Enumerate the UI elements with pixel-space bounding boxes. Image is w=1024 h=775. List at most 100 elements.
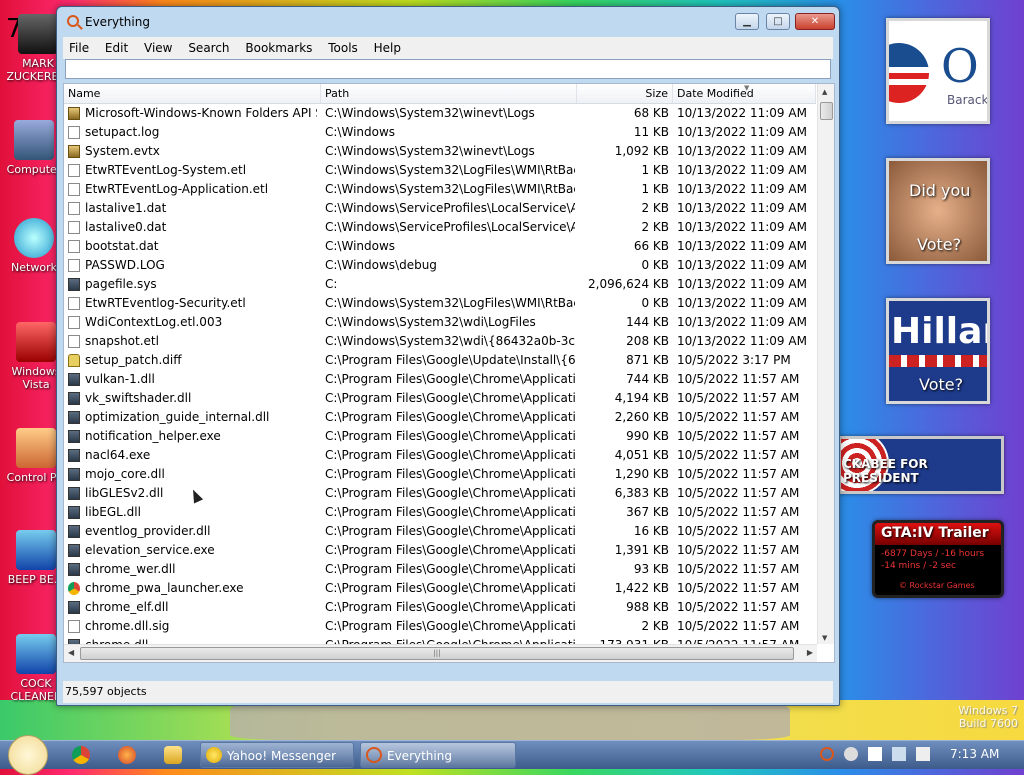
file-name: pagefile.sys (85, 277, 157, 291)
file-size: 144 KB (626, 315, 669, 329)
file-date-modified: 10/13/2022 11:09 AM (677, 258, 807, 272)
maximize-button[interactable]: □ (766, 13, 790, 30)
results-list[interactable]: Name Path Size Date Modified ▼ Microsoft… (63, 83, 835, 663)
column-header-size[interactable]: Size (577, 84, 673, 103)
firefox-icon[interactable] (118, 746, 136, 764)
table-row[interactable]: Microsoft-Windows-Known Folders API S...… (64, 104, 816, 123)
file-type-icon (68, 582, 80, 595)
control-panel-icon (16, 428, 56, 468)
close-button[interactable]: ✕ (795, 13, 835, 30)
table-row[interactable]: setupact.log C:\Windows 11 KB 10/13/2022 11… (64, 123, 816, 142)
table-row[interactable]: EtwRTEventlog-Security.etl C:\Windows\Sys… (64, 294, 816, 313)
horizontal-scrollbar[interactable]: ◀ ||| ▶ (64, 644, 817, 662)
file-name: elevation_service.exe (85, 543, 215, 557)
menu-bookmarks[interactable]: Bookmarks (239, 37, 318, 55)
file-size: 0 KB (641, 296, 669, 310)
poster-letter: O (941, 39, 979, 93)
table-row[interactable]: WdiContextLog.etl.003 C:\Windows\System32… (64, 313, 816, 332)
menu-edit[interactable]: Edit (99, 37, 134, 55)
volume-icon[interactable] (916, 747, 930, 761)
chrome-icon[interactable] (72, 746, 90, 764)
obama-poster: O Barack (886, 18, 990, 124)
file-date-modified: 10/5/2022 11:57 AM (677, 448, 800, 462)
table-row[interactable]: PASSWD.LOG C:\Windows\debug 0 KB 10/13/2022… (64, 256, 816, 275)
vertical-scroll-thumb[interactable] (820, 102, 833, 120)
column-header-name[interactable]: Name (64, 84, 321, 103)
folder-icon[interactable] (164, 746, 182, 764)
everything-window[interactable]: Everything ▁ □ ✕ File Edit View Search B… (56, 6, 840, 706)
file-date-modified: 10/13/2022 11:09 AM (677, 220, 807, 234)
scroll-left-icon[interactable]: ◀ (68, 648, 74, 657)
table-row[interactable]: setup_patch.diff C:\Program Files\Google\… (64, 351, 816, 370)
flag-icon[interactable] (868, 747, 882, 761)
file-type-icon (68, 449, 80, 462)
table-row[interactable]: EtwRTEventLog-Application.etl C:\Windows\… (64, 180, 816, 199)
table-row[interactable]: notification_helper.exe C:\Program Files\… (64, 427, 816, 446)
table-row[interactable]: lastalive0.dat C:\Windows\ServiceProfiles… (64, 218, 816, 237)
table-row[interactable]: libGLESv2.dll C:\Program Files\Google\Chr… (64, 484, 816, 503)
person-icon (18, 14, 58, 54)
menu-tools[interactable]: Tools (322, 37, 364, 55)
start-button[interactable] (8, 735, 48, 775)
file-type-icon (68, 392, 80, 405)
file-date-modified: 10/5/2022 11:57 AM (677, 581, 800, 595)
vertical-scrollbar[interactable]: ▲ ▼ (817, 84, 834, 644)
menu-view[interactable]: View (138, 37, 178, 55)
menu-help[interactable]: Help (368, 37, 407, 55)
table-row[interactable]: eventlog_provider.dll C:\Program Files\Go… (64, 522, 816, 541)
table-row[interactable]: EtwRTEventLog-System.etl C:\Windows\Syste… (64, 161, 816, 180)
minimize-button[interactable]: ▁ (735, 13, 759, 30)
table-row[interactable]: chrome_elf.dll C:\Program Files\Google\Ch… (64, 598, 816, 617)
file-type-icon (68, 316, 80, 329)
taskbar-button-yahoo-messenger[interactable]: Yahoo! Messenger (200, 742, 354, 768)
scroll-right-icon[interactable]: ▶ (807, 648, 813, 657)
table-row[interactable]: libEGL.dll C:\Program Files\Google\Chrome… (64, 503, 816, 522)
file-name: EtwRTEventlog-Security.etl (85, 296, 246, 310)
horizontal-scroll-thumb[interactable]: ||| (80, 647, 794, 660)
search-input[interactable] (65, 59, 831, 79)
scroll-up-icon[interactable]: ▲ (822, 88, 827, 96)
file-path: C:\Windows\System32\wdi\{86432a0b-3c7d-.… (325, 334, 575, 348)
table-row[interactable]: chrome_pwa_launcher.exe C:\Program Files\… (64, 579, 816, 598)
tray-smiley-icon[interactable] (844, 747, 858, 761)
column-header-row: Name Path Size Date Modified ▼ (64, 84, 816, 104)
recycle-bin-icon (16, 322, 56, 362)
file-size: 367 KB (626, 505, 669, 519)
file-date-modified: 10/13/2022 11:09 AM (677, 334, 807, 348)
table-row[interactable]: mojo_core.dll C:\Program Files\Google\Chr… (64, 465, 816, 484)
window-titlebar[interactable]: Everything ▁ □ ✕ (57, 7, 839, 37)
taskbar-button-everything[interactable]: Everything (360, 742, 516, 768)
table-row[interactable]: elevation_service.exe C:\Program Files\Go… (64, 541, 816, 560)
file-path: C:\Program Files\Google\Chrome\Applicati… (325, 486, 575, 500)
table-row[interactable]: lastalive1.dat C:\Windows\ServiceProfiles… (64, 199, 816, 218)
file-path: C:\Program Files\Google\Chrome\Applicati… (325, 467, 575, 481)
table-row[interactable]: vk_swiftshader.dll C:\Program Files\Googl… (64, 389, 816, 408)
menu-search[interactable]: Search (182, 37, 235, 55)
table-row[interactable]: System.evtx C:\Windows\System32\winevt\Lo… (64, 142, 816, 161)
table-row[interactable]: bootstat.dat C:\Windows 66 KB 10/13/2022 11… (64, 237, 816, 256)
file-type-icon (68, 525, 80, 538)
table-row[interactable]: pagefile.sys C: 2,096,624 KB 10/13/2022 11:… (64, 275, 816, 294)
smiley-icon (206, 747, 222, 763)
file-path: C:\Program Files\Google\Chrome\Applicati… (325, 600, 575, 614)
table-row[interactable]: chrome_wer.dll C:\Program Files\Google\Ch… (64, 560, 816, 579)
tray-everything-icon[interactable] (820, 747, 834, 761)
file-name: snapshot.etl (85, 334, 159, 348)
file-type-icon (68, 620, 80, 633)
table-row[interactable]: optimization_guide_internal.dll C:\Progra… (64, 408, 816, 427)
table-row[interactable]: nacl64.exe C:\Program Files\Google\Chrome… (64, 446, 816, 465)
scroll-down-icon[interactable]: ▼ (822, 634, 827, 642)
menu-file[interactable]: File (63, 37, 95, 55)
column-header-path[interactable]: Path (321, 84, 577, 103)
table-row[interactable]: snapshot.etl C:\Windows\System32\wdi\{864… (64, 332, 816, 351)
file-date-modified: 10/13/2022 11:09 AM (677, 125, 807, 139)
clock[interactable]: 7:13 AM (950, 747, 999, 761)
table-row[interactable]: chrome.dll.sig C:\Program Files\Google\Ch… (64, 617, 816, 636)
magnifier-icon (366, 747, 382, 763)
table-row[interactable]: vulkan-1.dll C:\Program Files\Google\Chro… (64, 370, 816, 389)
file-size: 4,194 KB (614, 391, 669, 405)
file-name: PASSWD.LOG (85, 258, 165, 272)
file-path: C:\Program Files\Google\Chrome\Applicati… (325, 581, 575, 595)
network-icon[interactable] (892, 747, 906, 761)
file-date-modified: 10/5/2022 11:57 AM (677, 410, 800, 424)
